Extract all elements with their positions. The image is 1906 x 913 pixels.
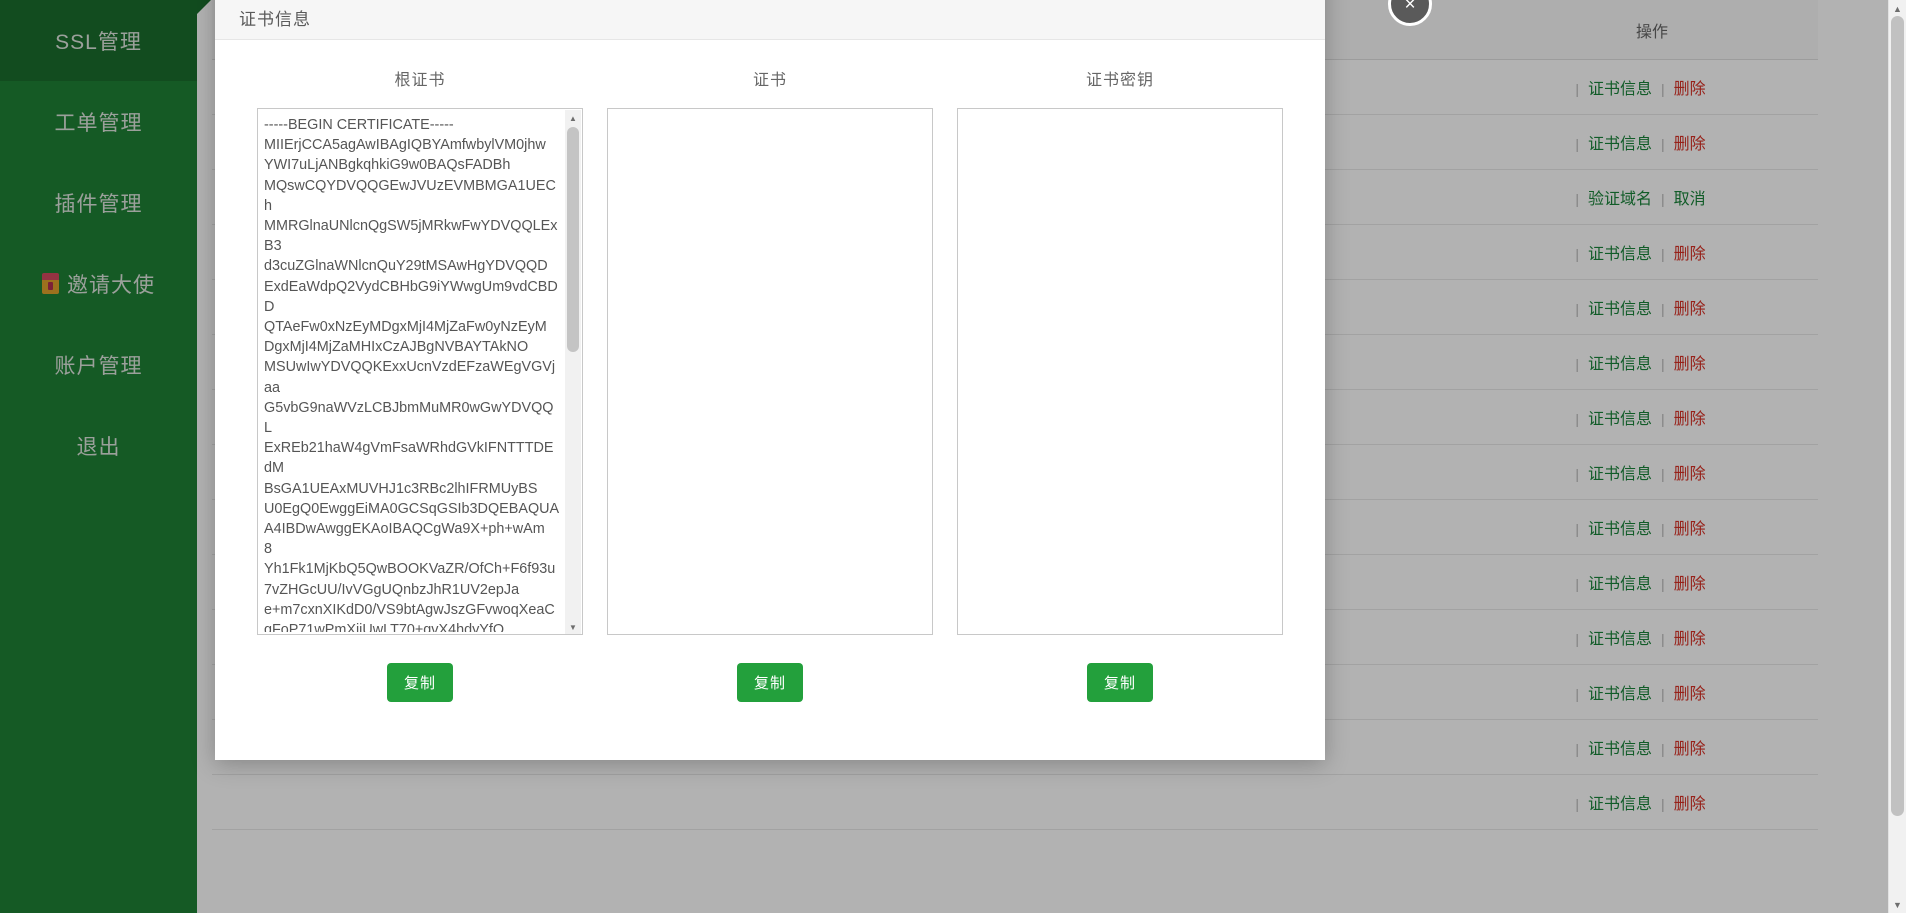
app-root: 操作 | 证书信息 | 删除 | 证书信息 | 删除 | 验证域名 | 取消 | 证书信息 | 删除 | 证书信息…	[0, 0, 1906, 913]
modal-header: 证书信息	[215, 0, 1325, 40]
modal-body: 根证书 -----BEGIN CERTIFICATE----- MIIErjCC…	[215, 40, 1325, 760]
copy-certificate-key-button[interactable]: 复制	[1086, 663, 1153, 702]
scroll-down-icon[interactable]: ▼	[565, 619, 581, 634]
certificate-text	[614, 115, 910, 632]
modal-title: 证书信息	[239, 10, 311, 29]
page-scroll-up-icon[interactable]: ▲	[1889, 0, 1906, 17]
root-certificate-box-shell: -----BEGIN CERTIFICATE----- MIIErjCCA5ag…	[257, 108, 583, 635]
scrollbar-thumb[interactable]	[567, 127, 579, 352]
certificate-textarea[interactable]	[607, 108, 933, 635]
certificate-key-textarea[interactable]	[957, 108, 1283, 635]
certificate-button-row: 复制	[736, 663, 803, 702]
page-scrollbar-thumb[interactable]	[1891, 16, 1904, 816]
root-certificate-scrollbar[interactable]: ▲ ▼	[565, 110, 581, 634]
copy-certificate-button[interactable]: 复制	[736, 663, 803, 702]
certificate-key-text	[964, 115, 1260, 632]
page-scrollbar[interactable]: ▲ ▼	[1888, 0, 1906, 913]
certificate-label: 证书	[752, 72, 787, 89]
scroll-up-icon[interactable]: ▲	[565, 110, 581, 126]
certificate-key-column: 证书密钥 复制	[945, 66, 1295, 760]
root-certificate-label: 根证书	[394, 72, 446, 89]
certificate-info-modal: 证书信息 根证书 -----BEGIN CERTIFICATE----- MII…	[215, 0, 1325, 760]
certificate-key-label: 证书密钥	[1085, 72, 1154, 89]
certificate-box-shell	[607, 108, 933, 635]
root-certificate-column: 根证书 -----BEGIN CERTIFICATE----- MIIErjCC…	[245, 66, 595, 760]
certificate-key-box-shell	[957, 108, 1283, 635]
root-certificate-textarea[interactable]: -----BEGIN CERTIFICATE----- MIIErjCCA5ag…	[257, 108, 583, 635]
copy-root-certificate-button[interactable]: 复制	[386, 663, 453, 702]
root-certificate-text: -----BEGIN CERTIFICATE----- MIIErjCCA5ag…	[264, 117, 560, 632]
root-certificate-button-row: 复制	[386, 663, 453, 702]
page-scroll-down-icon[interactable]: ▼	[1889, 896, 1906, 913]
certificate-key-button-row: 复制	[1086, 663, 1153, 702]
certificate-column: 证书 复制	[595, 66, 945, 760]
